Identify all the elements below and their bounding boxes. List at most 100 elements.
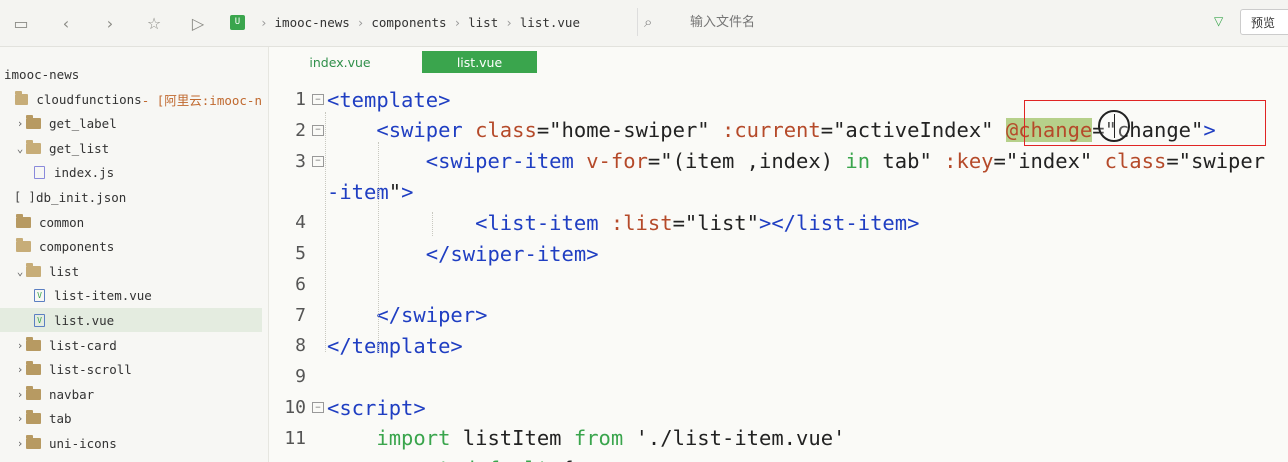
tree-item[interactable]: › tab	[0, 407, 262, 431]
forward-icon[interactable]: ›	[99, 12, 121, 34]
code-line[interactable]: 7 </swiper>	[270, 300, 1288, 331]
code-token: ="list"	[672, 210, 759, 235]
save-icon[interactable]: ▭	[10, 12, 32, 34]
code-token: tab"	[870, 149, 945, 174]
tree-item[interactable]: common	[0, 210, 262, 234]
breadcrumb-subfolder[interactable]: list	[468, 15, 498, 30]
line-number: 3	[295, 150, 306, 172]
chevron-right-icon[interactable]: ›	[14, 437, 26, 450]
chevron-right-icon[interactable]: ›	[14, 117, 26, 130]
chevron-right-icon[interactable]: ›	[14, 412, 26, 425]
code-line[interactable]: 8 </template>	[270, 330, 1288, 361]
breadcrumb-separator: ›	[356, 14, 365, 30]
line-number: 8	[295, 335, 306, 357]
chevron-right-icon[interactable]: ›	[14, 339, 26, 352]
code-text: <script>	[327, 396, 426, 420]
filter-icon[interactable]: ▽	[1214, 14, 1223, 28]
chevron-down-icon[interactable]: ⌄	[14, 265, 26, 278]
fold-toggle-icon[interactable]: −	[312, 124, 324, 136]
code-text: <swiper-item v-for="(item ,index) in tab…	[327, 149, 1265, 173]
breadcrumb: U › imooc-news › components › list › lis…	[230, 8, 630, 36]
code-token: './list-item.vue'	[623, 426, 846, 451]
code-token: :key	[944, 149, 994, 174]
chevron-right-icon[interactable]: ›	[14, 388, 26, 401]
tree-item-note: - [阿里云:imooc-n	[141, 92, 262, 108]
code-token: >	[401, 179, 414, 204]
tab-list-vue[interactable]: list.vue	[422, 51, 537, 73]
chevron-down-icon[interactable]: ⌄	[14, 142, 26, 155]
code-line[interactable]: 3− <swiper-item v-for="(item ,index) in …	[270, 146, 1288, 177]
breadcrumb-project[interactable]: imooc-news	[275, 15, 350, 30]
breadcrumb-folder[interactable]: components	[371, 15, 446, 30]
folder-icon	[26, 410, 41, 425]
back-icon[interactable]: ‹	[55, 12, 77, 34]
code-text: </swiper-item>	[327, 242, 599, 266]
tree-item[interactable]: › uni-icons	[0, 431, 262, 455]
code-text: import listItem from './list-item.vue'	[327, 426, 845, 450]
tab-index-vue[interactable]: index.vue	[290, 51, 390, 73]
preview-button[interactable]: 预览	[1240, 9, 1288, 35]
code-token: <template>	[327, 87, 451, 112]
tree-item[interactable]: Vlist.vue	[0, 308, 262, 333]
tree-item[interactable]: Vlist-item.vue	[0, 284, 262, 308]
code-line[interactable]: 5 </swiper-item>	[270, 238, 1288, 269]
code-token: </template>	[327, 333, 463, 358]
code-text: </template>	[327, 334, 463, 358]
mouse-cursor-icon	[1098, 110, 1130, 142]
tree-item[interactable]: › navbar	[0, 382, 262, 406]
code-token: ="home-swiper"	[536, 118, 722, 143]
tree-root[interactable]: imooc-news	[0, 62, 262, 86]
fold-toggle-icon[interactable]: −	[312, 155, 324, 167]
tree-item[interactable]: [ ] db_init.json	[0, 185, 262, 209]
folder-icon	[26, 434, 41, 449]
tree-item-label: navbar	[49, 386, 95, 402]
code-token: </swiper-item>	[425, 241, 599, 266]
code-token: default	[463, 457, 549, 462]
tree-item[interactable]: ⌄ list	[0, 259, 262, 283]
fold-toggle-icon[interactable]: −	[312, 402, 324, 413]
code-token: <swiper	[376, 118, 476, 143]
project-logo-icon: U	[230, 14, 245, 30]
tree-item-label: index.js	[54, 165, 115, 181]
line-number: 9	[295, 366, 306, 388]
tree-root-label: imooc-news	[4, 66, 80, 82]
code-token: :current	[721, 118, 821, 143]
tree-item[interactable]: ⌄ get_list	[0, 136, 262, 160]
code-line[interactable]: 11 import listItem from './list-item.vue…	[270, 423, 1288, 454]
run-icon[interactable]: ▷	[187, 12, 209, 34]
line-number: 11	[284, 427, 306, 449]
code-line[interactable]: 9	[270, 361, 1288, 392]
tree-item[interactable]: › get_label	[0, 112, 262, 136]
tree-item[interactable]: › list-scroll	[0, 358, 262, 382]
code-line[interactable]: 6	[270, 269, 1288, 300]
vue-file-icon: V	[34, 313, 45, 327]
tree-item[interactable]: components	[0, 235, 262, 259]
folder-icon	[26, 336, 41, 351]
tree-item[interactable]: index.js	[0, 161, 262, 185]
star-icon[interactable]: ☆	[143, 12, 165, 34]
fold-toggle-icon[interactable]: −	[312, 94, 324, 105]
code-line[interactable]: 4 <list-item :list="list"></list-item>	[270, 207, 1288, 238]
breadcrumb-separator: ›	[453, 14, 462, 30]
tree-item[interactable]: › list-card	[0, 333, 262, 357]
file-search-input[interactable]	[688, 13, 1172, 31]
js-file-icon	[34, 166, 45, 180]
folder-icon	[16, 213, 31, 228]
code-line[interactable]: 12 export default {	[270, 454, 1288, 462]
chevron-right-icon[interactable]: ›	[14, 363, 26, 376]
code-token: ></list-item>	[759, 210, 920, 235]
folder-icon	[26, 139, 41, 154]
code-line[interactable]: -item">	[270, 176, 1288, 207]
code-token: ="activeIndex"	[820, 118, 1006, 143]
tree-item-label: get_label	[49, 116, 117, 132]
breadcrumb-file[interactable]: list.vue	[520, 15, 580, 30]
code-text: export default {	[327, 457, 574, 462]
code-line[interactable]: 10− <script>	[270, 392, 1288, 423]
tree-item[interactable]: cloudfunctions - [阿里云:imooc-n	[0, 87, 262, 111]
code-token: class	[1104, 149, 1167, 174]
breadcrumb-separator: ›	[260, 14, 268, 30]
